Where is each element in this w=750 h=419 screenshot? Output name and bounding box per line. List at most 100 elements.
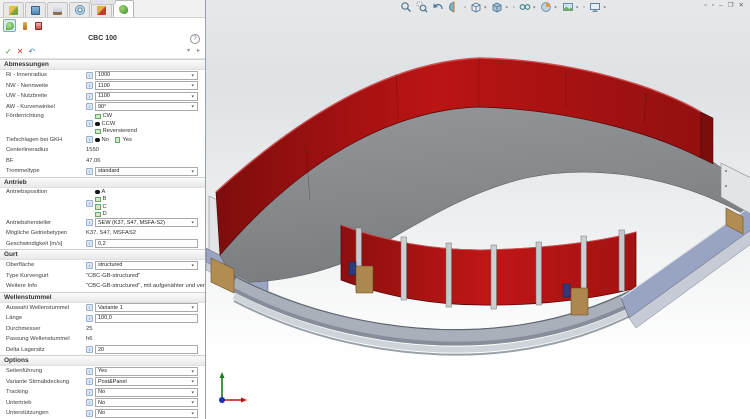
zoom-fit-icon[interactable] — [399, 1, 413, 13]
3d-model-curved-conveyor[interactable] — [206, 0, 750, 419]
chevron-down-icon: ▼ — [191, 306, 195, 310]
dropdown-aw-kurvenwinkel[interactable]: 90°▼ — [95, 102, 198, 111]
ok-icon[interactable]: ✓ — [5, 47, 12, 57]
dropdown-auswahl-wellenstummel[interactable]: Variante 1▼ — [95, 303, 198, 312]
param-row-nw-nennweite: NW - Nennweitei1100▼ — [0, 81, 205, 92]
view-orientation-icon[interactable]: ▼ — [469, 1, 488, 13]
radio-group-tiefschlagen-bei-gkh: No Yes — [95, 137, 132, 144]
param-control: istandard▼ — [86, 167, 205, 176]
configurator-addin-tab[interactable] — [113, 0, 134, 17]
param-label: Weitere Info — [6, 283, 86, 289]
featuremanager-tab[interactable] — [3, 2, 24, 17]
configurator-part-icon[interactable] — [19, 20, 30, 31]
apply-scene-icon[interactable]: ▼ — [561, 1, 580, 13]
info-icon: i — [86, 72, 93, 79]
chevron-down-icon: ▼ — [553, 5, 557, 9]
property-title-bar: CBC 100 ? — [0, 32, 205, 45]
param-label: Tracking — [6, 389, 86, 395]
dropdown-value: No — [98, 400, 105, 406]
collapse-icon[interactable]: ▾ — [187, 47, 190, 54]
window-icon-a[interactable]: ▫ — [704, 2, 706, 10]
chevron-down-icon: ▼ — [575, 5, 579, 9]
configurationmanager-tab[interactable] — [47, 2, 68, 17]
radio-option-cw[interactable]: CW — [95, 113, 137, 120]
configurator-export-icon — [35, 22, 42, 30]
screw-icon — [725, 185, 727, 187]
param-label: NW - Nennweite — [6, 83, 86, 89]
radio-option-c[interactable]: C — [95, 204, 107, 211]
restore-icon[interactable]: ❐ — [728, 2, 734, 10]
param-control: i1100▼ — [86, 81, 205, 90]
info-icon: i — [86, 304, 93, 311]
y-axis-arrow — [220, 372, 225, 378]
window-icon-b[interactable]: ▫ — [712, 2, 714, 10]
radio-option-b[interactable]: B — [95, 196, 107, 203]
section-view-icon[interactable] — [447, 1, 461, 13]
dropdown-nw-nennweite[interactable]: 1100▼ — [95, 81, 198, 90]
input-geschwindigkeit-m-s[interactable]: 0,2 — [95, 239, 198, 248]
radio-option-reversierend[interactable]: Reversierend — [95, 128, 137, 135]
configurator-export-icon[interactable] — [33, 20, 44, 31]
close-icon[interactable]: ✕ — [739, 2, 744, 10]
view-settings-icon[interactable]: ▼ — [588, 1, 607, 13]
param-control: iPost&Panel▼ — [86, 377, 205, 386]
radio-option-yes[interactable]: Yes — [115, 137, 132, 144]
panel-splitter-handle[interactable] — [90, 0, 116, 5]
radio-option-a[interactable]: A — [95, 189, 107, 196]
dropdown-tracking[interactable]: No▼ — [95, 388, 198, 397]
previous-view-icon[interactable] — [431, 1, 445, 13]
propertymanager-tab[interactable] — [25, 2, 46, 17]
static-value: "CBC-GB-structured" — [86, 273, 140, 279]
input-delta-lagersitz[interactable]: 20 — [95, 345, 198, 354]
dropdown-seitenf-hrung[interactable]: Yes▼ — [95, 367, 198, 376]
radio-option-d[interactable]: D — [95, 211, 107, 218]
dropdown-untertrieb[interactable]: No▼ — [95, 398, 198, 407]
info-icon: i — [86, 410, 93, 417]
param-control: iABCD — [86, 189, 205, 218]
dimxpertmanager-tab[interactable] — [69, 2, 90, 17]
param-row-untertrieb: UntertriebiNo▼ — [0, 398, 205, 409]
radio-option-no[interactable]: No — [95, 137, 109, 144]
dropdown-oberfl-che[interactable]: structured▼ — [95, 261, 198, 270]
param-control: K37, S47, MSFAS2 — [86, 230, 205, 236]
param-row-delta-lagersitz: Delta Lagersitzi20 — [0, 345, 205, 356]
info-icon: i — [86, 378, 93, 385]
graphics-viewport[interactable]: ▼▼▼▼▼▼ ▫▫–❐✕ — [206, 0, 750, 419]
radio-option-ccw[interactable]: CCW — [95, 121, 137, 128]
document-window-controls: ▫▫–❐✕ — [704, 2, 744, 10]
param-row-ri-innenradius: Ri - Innenradiusi1000▼ — [0, 70, 205, 81]
display-style-icon[interactable]: ▼ — [490, 1, 509, 13]
dropdown-unterst-tzungen[interactable]: No▼ — [95, 409, 198, 418]
hide-show-items-icon[interactable]: ▼ — [518, 1, 537, 13]
dropdown-trommeltype[interactable]: standard▼ — [95, 167, 198, 176]
pin-icon[interactable]: ▸ — [197, 47, 200, 54]
param-label: Variante Stirnabdeckung — [6, 379, 86, 385]
zoom-area-icon[interactable] — [415, 1, 429, 13]
param-label: Förderrichtung — [6, 113, 86, 119]
minimize-icon[interactable]: – — [719, 2, 723, 10]
input-l-nge[interactable]: 100,0 — [95, 314, 198, 323]
dimxpertmanager-icon — [75, 5, 85, 15]
dropdown-ri-innenradius[interactable]: 1000▼ — [95, 71, 198, 80]
dropdown-value: No — [98, 389, 105, 395]
info-icon: i — [86, 315, 93, 322]
configurator-addin-icon — [119, 5, 128, 14]
chevron-down-icon: ▼ — [483, 5, 487, 9]
configurator-home-icon[interactable] — [3, 19, 16, 32]
chevron-down-icon: ▼ — [191, 169, 195, 173]
dropdown-antriebshersteller[interactable]: SEW (K37, S47, MSFA-S2)▼ — [95, 218, 198, 227]
param-row-passung-wellenstummel: Passung Wellenstummelh6 — [0, 334, 205, 345]
radio-option-label: B — [103, 196, 107, 202]
dropdown-variante-stirnabdeckung[interactable]: Post&Panel▼ — [95, 377, 198, 386]
section-options: OptionsSeitenführungiYes▼Variante Stirna… — [0, 355, 205, 419]
radio-option-label: CW — [103, 113, 113, 119]
cancel-icon[interactable]: ✕ — [17, 47, 24, 57]
help-icon[interactable]: ? — [190, 34, 200, 44]
info-icon: i — [86, 399, 93, 406]
undo-icon[interactable]: ↶ — [28, 47, 35, 57]
radio-option-label: CCW — [102, 121, 116, 127]
edit-appearance-icon[interactable]: ▼ — [539, 1, 558, 13]
dropdown-uw-nutzbreite[interactable]: 1100▼ — [95, 92, 198, 101]
radio-option-label: Yes — [122, 137, 131, 143]
param-row-l-nge: Längei100,0 — [0, 313, 205, 324]
